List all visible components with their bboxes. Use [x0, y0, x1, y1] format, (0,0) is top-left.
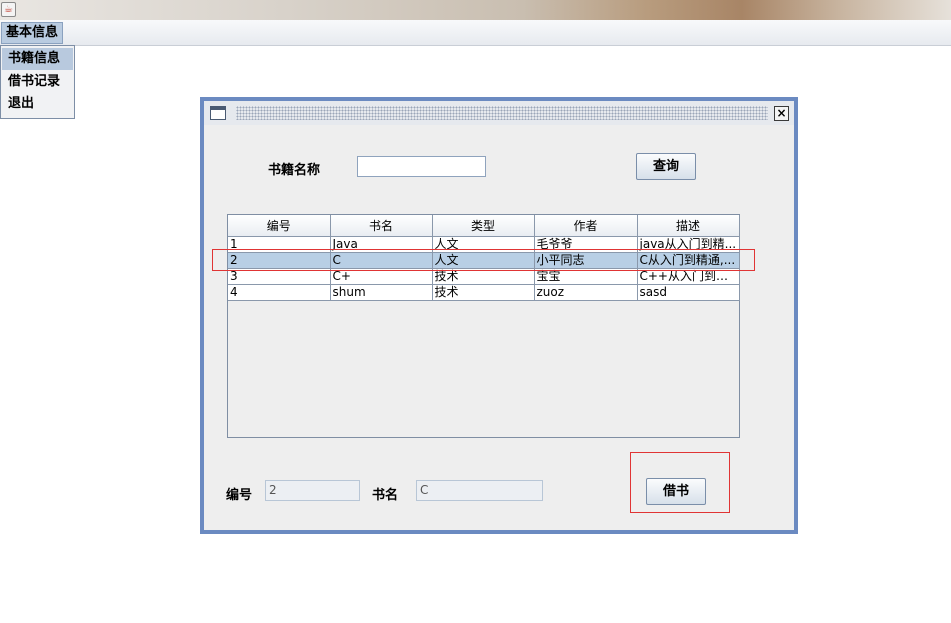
book-name-search-input[interactable] [357, 156, 486, 177]
book-name-label: 书籍名称 [268, 163, 321, 178]
menu-basic-info[interactable]: 基本信息 [1, 22, 64, 44]
column-header-id[interactable]: 编号 [228, 215, 331, 237]
cell-type[interactable]: 技术 [431, 283, 535, 301]
dialog-titlebar[interactable]: × [204, 101, 794, 125]
id-label: 编号 [226, 488, 253, 503]
cell-title[interactable]: shum [329, 283, 433, 301]
window-icon [210, 106, 226, 120]
titlebar-grip [236, 106, 768, 120]
search-button[interactable]: 查询 [636, 153, 696, 180]
cell-id[interactable]: 4 [228, 283, 331, 301]
menu-item-borrow-records[interactable]: 借书记录 [2, 71, 73, 93]
dropdown-menu: 书籍信息 借书记录 退出 [0, 45, 75, 119]
highlight-box-borrow-button [630, 452, 730, 513]
cell-description[interactable]: sasd [636, 283, 740, 301]
column-header-author[interactable]: 作者 [533, 215, 638, 237]
menubar: 基本信息 [0, 20, 951, 46]
book-table: 编号 书名 类型 作者 描述 1 Java 人文 毛爷爷 java从入门到精..… [227, 214, 740, 438]
app-titlebar: ☕ [0, 0, 951, 20]
title-label: 书名 [372, 488, 399, 503]
close-icon[interactable]: × [774, 106, 789, 121]
column-header-type[interactable]: 类型 [431, 215, 535, 237]
highlight-box-selected-row [212, 249, 755, 271]
menu-item-book-info[interactable]: 书籍信息 [2, 48, 73, 70]
id-field: 2 [265, 480, 360, 501]
cell-author[interactable]: zuoz [533, 283, 638, 301]
table-header: 编号 书名 类型 作者 描述 [228, 215, 740, 237]
menu-item-exit[interactable]: 退出 [2, 93, 73, 115]
java-app-icon[interactable]: ☕ [1, 2, 16, 17]
table-row[interactable]: 4 shum 技术 zuoz sasd [228, 283, 740, 301]
column-header-title[interactable]: 书名 [329, 215, 433, 237]
title-field: C [416, 480, 543, 501]
column-header-description[interactable]: 描述 [636, 215, 740, 237]
